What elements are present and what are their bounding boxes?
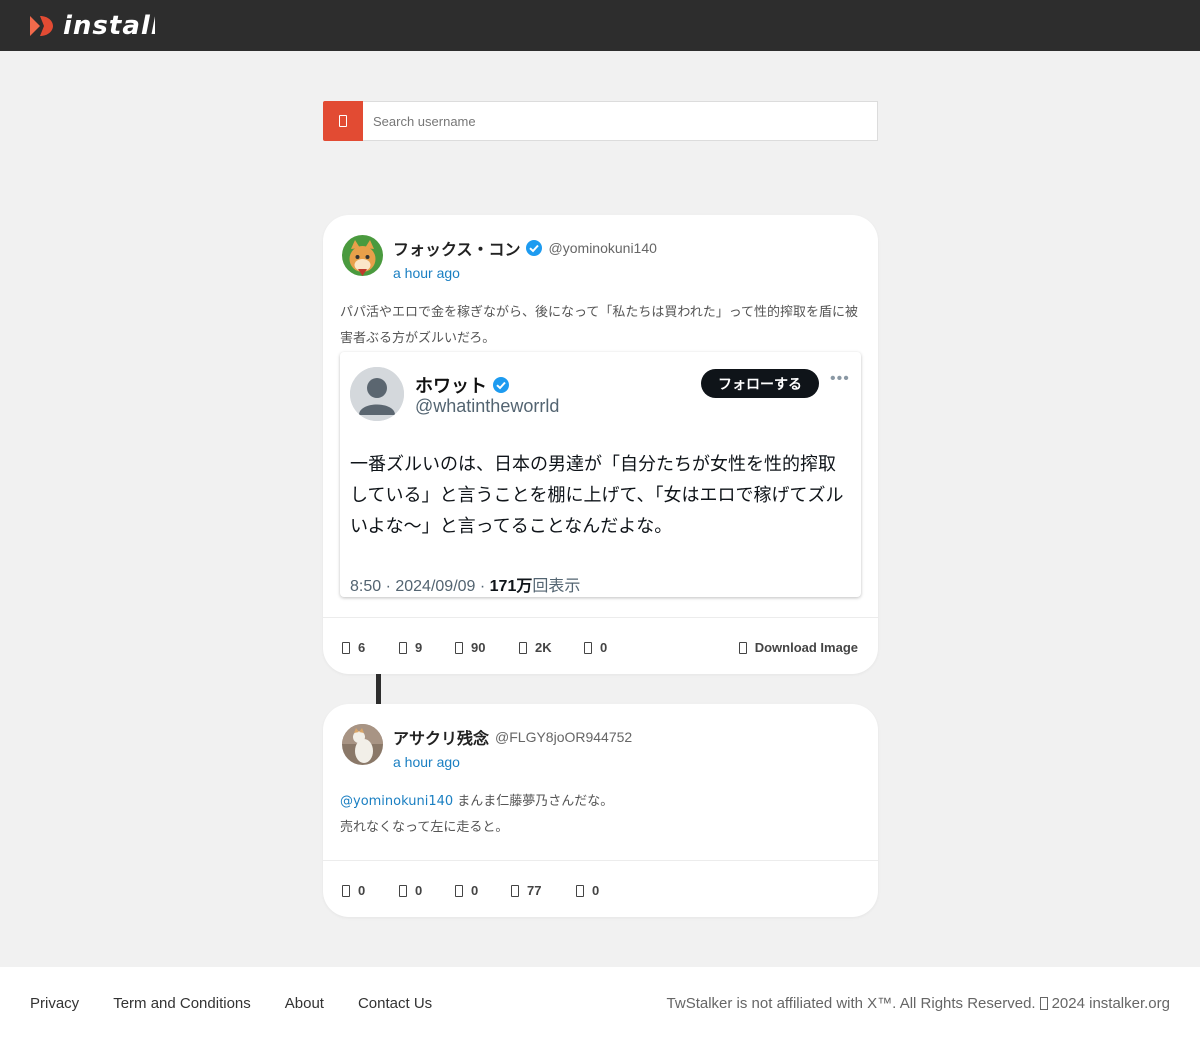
logo[interactable]: instalker: [28, 12, 155, 40]
logo-icon: [30, 16, 53, 36]
embedded-views: 171万: [489, 578, 533, 595]
retweet-icon: [399, 641, 407, 654]
view-count: 2K: [535, 640, 552, 655]
tweet-text: @yominokuni140 まんま仁藤夢乃さんだな。 売れなくなって左に走ると…: [340, 789, 865, 841]
about-link[interactable]: About: [285, 995, 324, 1012]
verified-badge-icon: [525, 240, 542, 256]
post-time[interactable]: a hour ago: [393, 265, 460, 281]
copyright-text: TwStalker is not affiliated with X™. All…: [666, 995, 1036, 1012]
bookmark-stat[interactable]: 0: [584, 640, 607, 655]
reply-icon: [342, 641, 350, 654]
embedded-handle: @whatintheworrld: [415, 396, 560, 416]
like-icon: [455, 641, 463, 654]
retweet-icon: [399, 884, 407, 897]
display-name[interactable]: フォックス・コン: [393, 236, 521, 260]
follow-button: フォローする: [701, 369, 819, 398]
embedded-avatar: [350, 367, 404, 421]
verified-badge-icon: [493, 377, 509, 393]
user-handle[interactable]: @FLGY8joOR944752: [495, 729, 632, 745]
divider: [323, 860, 878, 861]
search-bar: [323, 101, 878, 141]
tweet-stats: 0 0 0 77 0: [342, 883, 599, 898]
post-time[interactable]: a hour ago: [393, 754, 460, 770]
bookmark-icon: [584, 641, 592, 654]
embedded-views-suffix: 回表示: [532, 578, 581, 595]
embedded-display-name: ホワット: [415, 376, 487, 397]
thread-connector: [376, 674, 381, 704]
bookmark-icon: [576, 884, 584, 897]
display-name[interactable]: アサクリ残念: [393, 725, 489, 749]
avatar[interactable]: [342, 235, 383, 276]
like-count: 90: [471, 640, 486, 655]
footer-links: Privacy Term and Conditions About Contac…: [30, 995, 466, 1012]
copyright: TwStalker is not affiliated with X™. All…: [667, 995, 1170, 1012]
divider: [323, 617, 878, 618]
mention-link[interactable]: @yominokuni140: [340, 794, 453, 809]
download-label: Download Image: [754, 640, 858, 655]
tweet-text-line: 売れなくなって左に走ると。: [340, 820, 509, 835]
view-icon: [519, 641, 527, 654]
avatar[interactable]: [342, 724, 383, 765]
tweet-stats: 6 9 90 2K 0: [342, 640, 607, 655]
tweet-text-line: まんま仁藤夢乃さんだな。: [453, 794, 614, 809]
like-stat[interactable]: 0: [455, 883, 511, 898]
reply-icon: [342, 884, 350, 897]
embedded-date: 8:50 · 2024/09/09 ·: [350, 578, 490, 595]
user-handle[interactable]: @yominokuni140: [549, 240, 657, 256]
footer: Privacy Term and Conditions About Contac…: [0, 967, 1200, 1038]
logo-text: instalker: [63, 12, 155, 40]
retweet-count: 0: [415, 883, 423, 898]
like-icon: [455, 884, 463, 897]
search-button[interactable]: [323, 101, 363, 141]
embedded-tweet-image[interactable]: ホワット @whatintheworrld フォローする ••• 一番ズルいのは…: [340, 352, 861, 597]
embedded-author-row: ホワット: [415, 372, 510, 398]
retweet-stat[interactable]: 9: [399, 640, 455, 655]
search-icon: [339, 115, 347, 127]
embedded-tweet-body: 一番ズルいのは、日本の男達が「自分たちが女性を性的搾取している」と言うことを棚に…: [350, 454, 844, 537]
privacy-link[interactable]: Privacy: [30, 995, 79, 1012]
bookmark-count: 0: [600, 640, 608, 655]
view-icon: [511, 884, 519, 897]
search-input[interactable]: [363, 101, 878, 141]
copyright-icon: [1039, 997, 1048, 1010]
view-count: 77: [527, 883, 542, 898]
like-count: 0: [471, 883, 479, 898]
download-icon: [738, 641, 747, 654]
tweet-text: パパ活やエロで金を稼ぎながら、後になって「私たちは買われた」って性的搾取を盾に被…: [340, 305, 859, 346]
reply-stat[interactable]: 0: [342, 883, 399, 898]
embedded-tweet-meta: 8:50 · 2024/09/09 · 171万回表示: [350, 572, 580, 596]
copyright-year: 2024 instalker.org: [1051, 995, 1170, 1012]
reply-count: 6: [358, 640, 366, 655]
retweet-stat[interactable]: 0: [399, 883, 455, 898]
bookmark-stat[interactable]: 0: [576, 883, 599, 898]
terms-link[interactable]: Term and Conditions: [113, 995, 251, 1012]
more-icon: •••: [830, 370, 850, 387]
tweet-card: アサクリ残念 @FLGY8joOR944752 a hour ago @yomi…: [323, 704, 878, 917]
reply-stat[interactable]: 6: [342, 640, 399, 655]
view-stat[interactable]: 77: [511, 883, 576, 898]
like-stat[interactable]: 90: [455, 640, 519, 655]
author-row: フォックス・コン @yominokuni140: [393, 236, 657, 260]
reply-count: 0: [358, 883, 366, 898]
author-row: アサクリ残念 @FLGY8joOR944752: [393, 725, 632, 749]
retweet-count: 9: [415, 640, 423, 655]
download-image-button[interactable]: Download Image: [738, 640, 858, 655]
contact-link[interactable]: Contact Us: [358, 995, 432, 1012]
view-stat[interactable]: 2K: [519, 640, 584, 655]
bookmark-count: 0: [592, 883, 600, 898]
tweet-card: フォックス・コン @yominokuni140 a hour ago パパ活やエ…: [323, 215, 878, 674]
top-bar: instalker: [0, 0, 1200, 51]
